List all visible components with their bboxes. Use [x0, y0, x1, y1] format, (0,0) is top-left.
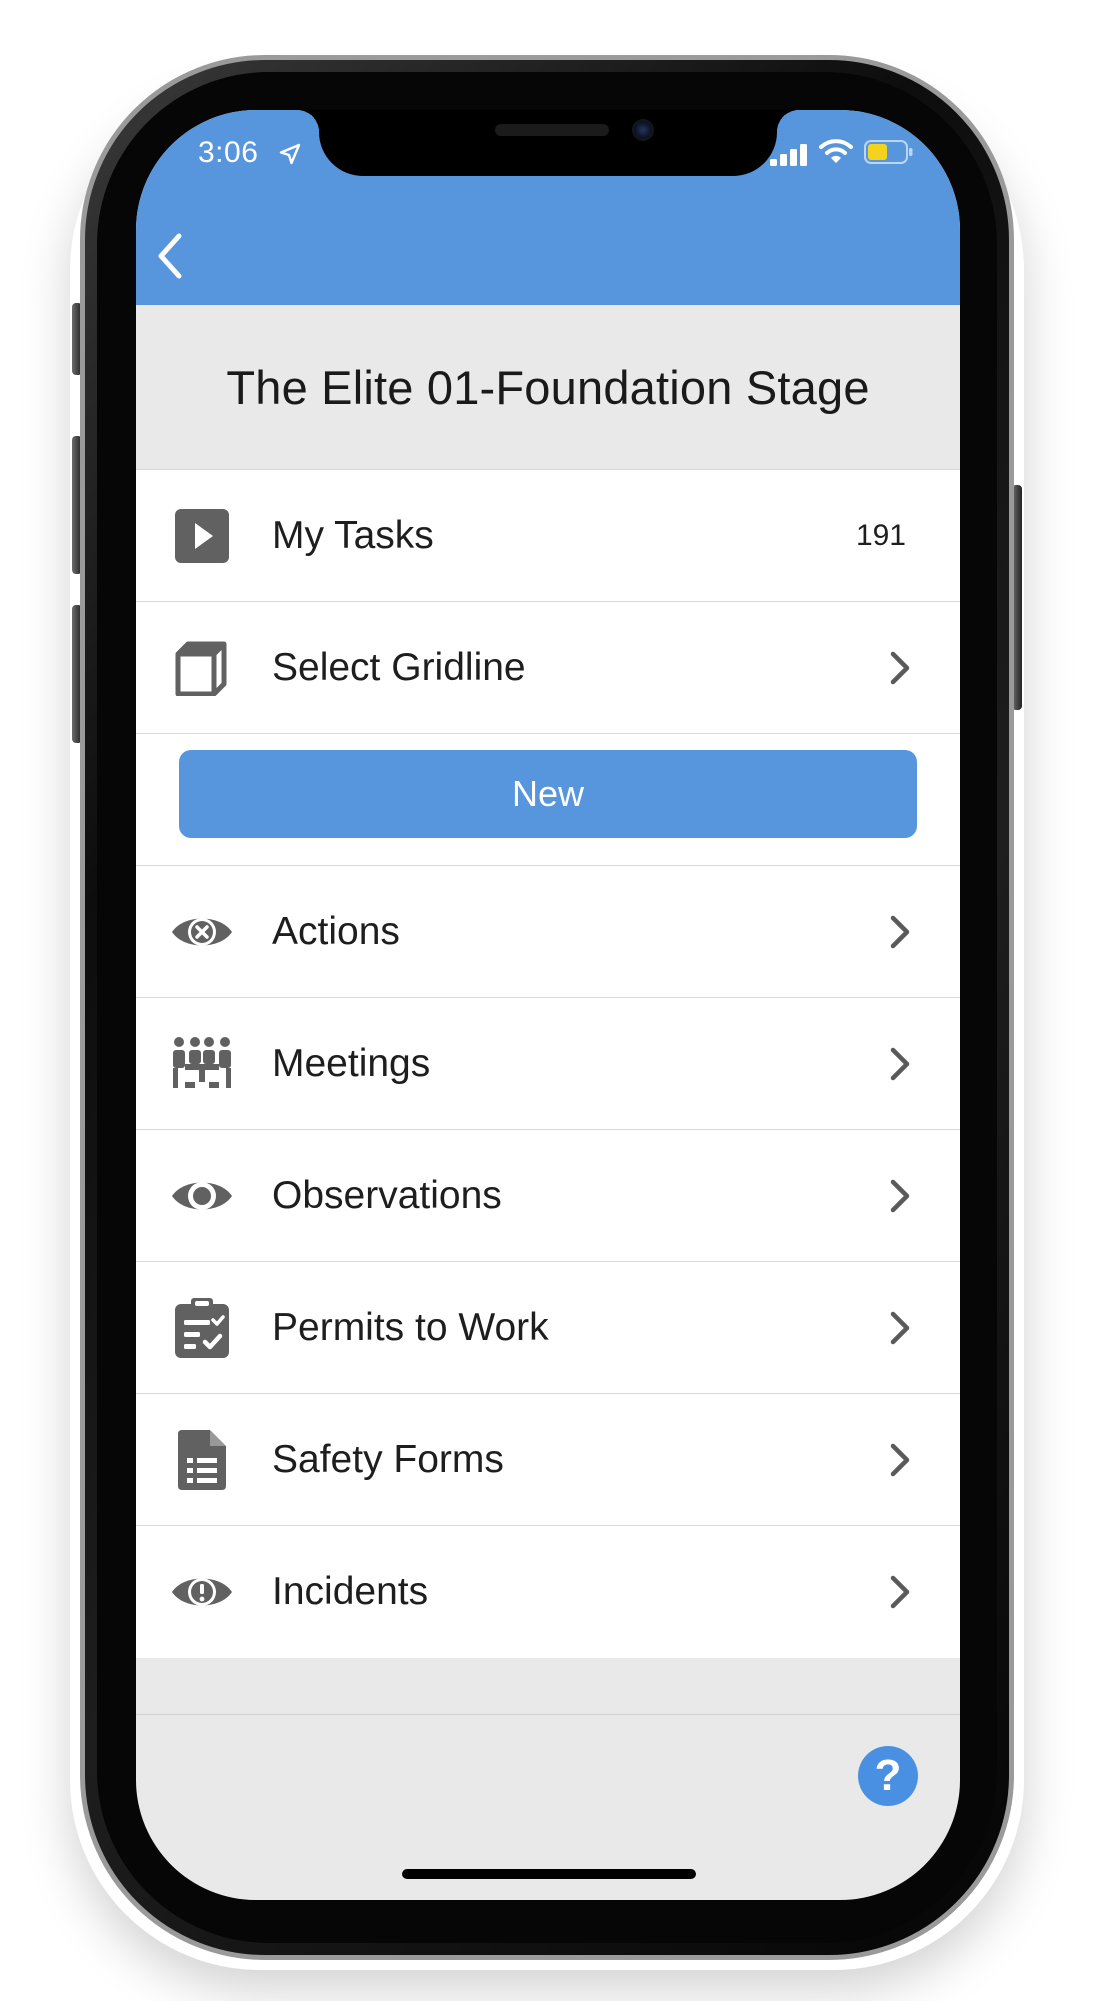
- device-notch: [297, 110, 799, 176]
- document-list-icon: [170, 1428, 234, 1492]
- eye-exclamation-icon: [170, 1560, 234, 1624]
- page-title: The Elite 01-Foundation Stage: [226, 360, 870, 414]
- footer-divider: [136, 1714, 960, 1715]
- chevron-right-icon: [890, 1575, 910, 1609]
- menu-item-label: My Tasks: [272, 513, 434, 557]
- menu-item-label: Actions: [272, 909, 400, 953]
- location-arrow-icon: [279, 143, 301, 165]
- back-button[interactable]: [148, 228, 192, 284]
- menu-item-select-gridline[interactable]: Select Gridline: [136, 602, 960, 734]
- earpiece-speaker: [495, 124, 609, 136]
- device-mockup: 3:06 The Elite 01-Foundation Stage My Ta…: [0, 0, 1094, 2001]
- menu-item-label: Permits to Work: [272, 1305, 549, 1349]
- chevron-right-icon: [890, 1443, 910, 1476]
- home-indicator[interactable]: [402, 1869, 696, 1879]
- menu-item-label: Incidents: [272, 1570, 429, 1613]
- title-bar: The Elite 01-Foundation Stage: [136, 305, 960, 470]
- new-button[interactable]: New: [179, 750, 917, 838]
- menu-item-label: Meetings: [272, 1041, 431, 1085]
- menu-item-label: Observations: [272, 1173, 502, 1217]
- front-camera: [632, 119, 654, 141]
- status-time: 3:06: [198, 136, 259, 169]
- eye-icon: [170, 1164, 234, 1228]
- menu-item-label: Safety Forms: [272, 1437, 504, 1481]
- play-square-icon: [170, 504, 234, 568]
- help-question-icon: ?: [874, 1751, 902, 1800]
- wifi-icon: [819, 139, 853, 163]
- eye-cross-icon: [170, 900, 234, 964]
- help-button[interactable]: ?: [858, 1746, 918, 1806]
- meeting-people-icon: [170, 1032, 234, 1096]
- cellular-signal-icon: [770, 144, 807, 166]
- clipboard-check-icon: [170, 1296, 234, 1360]
- chevron-left-icon: [158, 233, 182, 279]
- menu-item-label: Select Gridline: [272, 645, 526, 689]
- app-screen: 3:06 The Elite 01-Foundation Stage My Ta…: [136, 110, 960, 1900]
- chevron-right-icon: [890, 1047, 910, 1080]
- menu-item-meetings[interactable]: Meetings: [136, 998, 960, 1130]
- chevron-right-icon: [890, 1311, 910, 1344]
- chevron-right-icon: [890, 1179, 910, 1212]
- menu-item-actions[interactable]: Actions: [136, 866, 960, 998]
- cube-icon: [170, 636, 234, 700]
- chevron-right-icon: [890, 651, 910, 684]
- new-button-row: New: [136, 734, 960, 866]
- menu-item-observations[interactable]: Observations: [136, 1130, 960, 1262]
- menu-item-permits-to-work[interactable]: Permits to Work: [136, 1262, 960, 1394]
- main-menu: My Tasks 191 Select Gridline New Actions…: [136, 470, 960, 1658]
- chevron-right-icon: [890, 915, 910, 948]
- menu-item-incidents[interactable]: Incidents: [136, 1526, 960, 1658]
- task-count-badge: 191: [855, 518, 906, 552]
- menu-item-my-tasks[interactable]: My Tasks 191: [136, 470, 960, 602]
- battery-icon: [864, 140, 913, 164]
- menu-item-safety-forms[interactable]: Safety Forms: [136, 1394, 960, 1526]
